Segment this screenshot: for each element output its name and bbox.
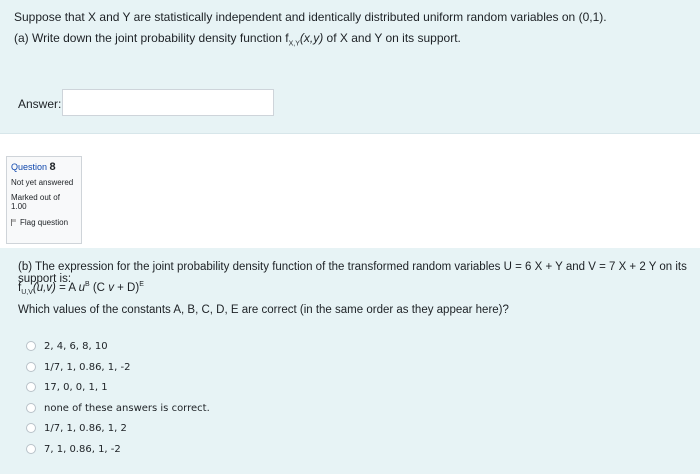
answer-label: Answer:: [18, 97, 62, 111]
option-3[interactable]: 17, 0, 0, 1, 1: [26, 379, 108, 395]
radio-button[interactable]: [26, 341, 36, 351]
question-a-prompt: (a) Write down the joint probability den…: [14, 31, 461, 48]
radio-button[interactable]: [26, 423, 36, 433]
option-4[interactable]: none of these answers is correct.: [26, 400, 210, 416]
answer-input[interactable]: [62, 89, 274, 116]
radio-button[interactable]: [26, 403, 36, 413]
flag-icon: [11, 219, 17, 226]
radio-button[interactable]: [26, 444, 36, 454]
option-1[interactable]: 2, 4, 6, 8, 10: [26, 338, 108, 354]
question-mark: Marked out of 1.00: [11, 193, 60, 211]
option-2[interactable]: 1/7, 1, 0.86, 1, -2: [26, 359, 130, 375]
question-a-panel: Suppose that X and Y are statistically i…: [0, 0, 700, 134]
option-6[interactable]: 7, 1, 0.86, 1, -2: [26, 441, 121, 457]
question-b-panel: (b) The expression for the joint probabi…: [0, 248, 700, 474]
question-b-formula: fU,V(u,v) = A uB (C v + D)E: [18, 281, 144, 297]
question-number: Question 8: [11, 161, 56, 173]
radio-button[interactable]: [26, 362, 36, 372]
question-info-box: Question 8 Not yet answered Marked out o…: [6, 156, 82, 244]
question-b-prompt: Which values of the constants A, B, C, D…: [18, 304, 509, 316]
question-state: Not yet answered: [11, 178, 74, 187]
radio-button[interactable]: [26, 382, 36, 392]
question-a-intro: Suppose that X and Y are statistically i…: [14, 10, 607, 24]
option-5[interactable]: 1/7, 1, 0.86, 1, 2: [26, 420, 127, 436]
flag-question-button[interactable]: Flag question: [11, 218, 77, 227]
